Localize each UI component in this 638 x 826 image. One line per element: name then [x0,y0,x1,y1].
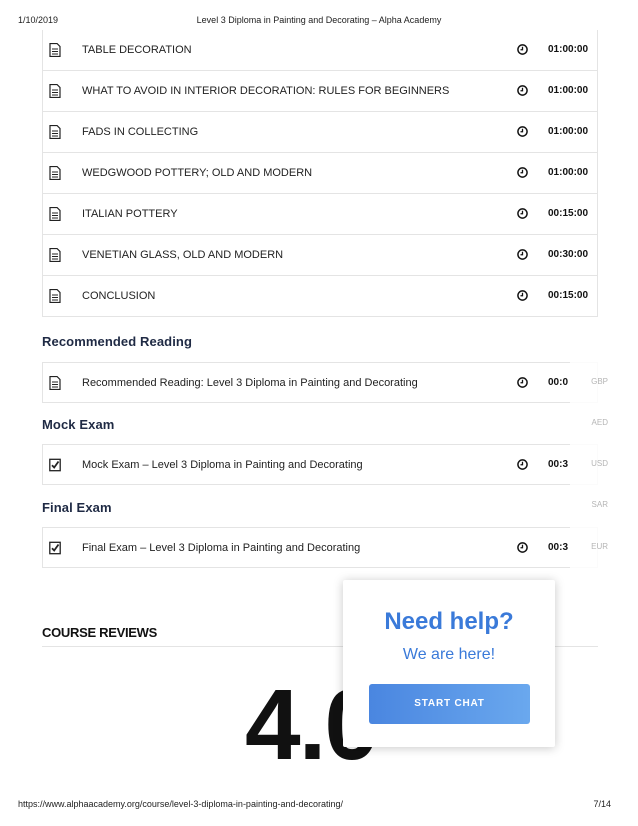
lesson-title: VENETIAN GLASS, OLD AND MODERN [82,249,284,261]
help-chat-widget: Need help? We are here! START CHAT [343,580,555,747]
section-list-mock-exam: Mock Exam – Level 3 Diploma in Painting … [42,444,598,485]
lesson-duration: 00:15:00 [548,290,589,301]
lesson-duration: 01:00:00 [548,85,589,96]
currency-option-eur[interactable]: EUR [568,542,608,551]
lesson-duration: 00:0 [548,377,569,388]
clock-icon [517,459,528,470]
lesson-duration: 00:30:00 [548,249,589,260]
document-icon [49,43,61,57]
quiz-row[interactable]: Mock Exam – Level 3 Diploma in Painting … [42,444,598,485]
print-header: 1/10/2019 Level 3 Diploma in Painting an… [0,15,638,29]
quiz-title: Final Exam – Level 3 Diploma in Painting… [82,542,361,554]
clock-icon [517,126,528,137]
document-icon [49,125,61,139]
lesson-title: ITALIAN POTTERY [82,208,178,220]
clock-icon [517,208,528,219]
clock-icon [517,44,528,55]
curriculum-lesson-list: TABLE DECORATION 01:00:00 WHAT TO AVOID … [42,30,598,317]
quiz-duration: 00:3 [548,459,569,470]
lesson-duration: 00:15:00 [548,208,589,219]
start-chat-button[interactable]: START CHAT [369,684,530,724]
document-icon [49,248,61,262]
clock-icon [517,167,528,178]
lesson-row[interactable]: ITALIAN POTTERY 00:15:00 [42,194,598,235]
lesson-title: TABLE DECORATION [82,44,192,56]
clock-icon [517,290,528,301]
lesson-title: Recommended Reading: Level 3 Diploma in … [82,377,418,389]
section-title-recommended-reading: Recommended Reading [42,334,192,349]
clock-icon [517,249,528,260]
print-page-title: Level 3 Diploma in Painting and Decorati… [196,15,442,25]
lesson-duration: 01:00:00 [548,126,589,137]
quiz-row[interactable]: Final Exam – Level 3 Diploma in Painting… [42,527,598,568]
lesson-row[interactable]: VENETIAN GLASS, OLD AND MODERN 00:30:00 [42,235,598,276]
lesson-duration: 01:00:00 [548,44,589,55]
document-icon [49,376,61,390]
lesson-title: WEDGWOOD POTTERY; OLD AND MODERN [82,167,313,179]
currency-option-sar[interactable]: SAR [568,500,608,509]
section-list-final-exam: Final Exam – Level 3 Diploma in Painting… [42,527,598,568]
currency-option-usd[interactable]: USD [568,459,608,468]
lesson-title: FADS IN COLLECTING [82,126,199,138]
clock-icon [517,85,528,96]
lesson-row[interactable]: WHAT TO AVOID IN INTERIOR DECORATION: RU… [42,71,598,112]
currency-option-aed[interactable]: AED [568,418,608,427]
clock-icon [517,542,528,553]
course-reviews-title: COURSE REVIEWS [42,625,157,640]
lesson-row[interactable]: Recommended Reading: Level 3 Diploma in … [42,362,598,403]
quiz-check-icon [49,458,61,472]
print-page-number: 7/14 [593,799,611,809]
print-url: https://www.alphaacademy.org/course/leve… [18,799,344,809]
currency-option-gbp[interactable]: GBP [568,377,608,386]
document-icon [49,166,61,180]
section-title-mock-exam: Mock Exam [42,417,115,432]
lesson-title: WHAT TO AVOID IN INTERIOR DECORATION: RU… [82,85,450,97]
lesson-row[interactable]: CONCLUSION 00:15:00 [42,276,598,317]
quiz-duration: 00:3 [548,542,569,553]
help-subheading: We are here! [402,646,496,663]
lesson-title: CONCLUSION [82,290,156,302]
lesson-row[interactable]: TABLE DECORATION 01:00:00 [42,30,598,71]
lesson-duration: 01:00:00 [548,167,589,178]
help-heading: Need help? [384,608,514,635]
quiz-title: Mock Exam – Level 3 Diploma in Painting … [82,459,363,471]
document-icon [49,207,61,221]
document-icon [49,84,61,98]
document-icon [49,289,61,303]
section-title-final-exam: Final Exam [42,500,112,515]
lesson-row[interactable]: WEDGWOOD POTTERY; OLD AND MODERN 01:00:0… [42,153,598,194]
quiz-check-icon [49,541,61,555]
clock-icon [517,377,528,388]
section-list-recommended-reading: Recommended Reading: Level 3 Diploma in … [42,362,598,403]
lesson-row[interactable]: FADS IN COLLECTING 01:00:00 [42,112,598,153]
